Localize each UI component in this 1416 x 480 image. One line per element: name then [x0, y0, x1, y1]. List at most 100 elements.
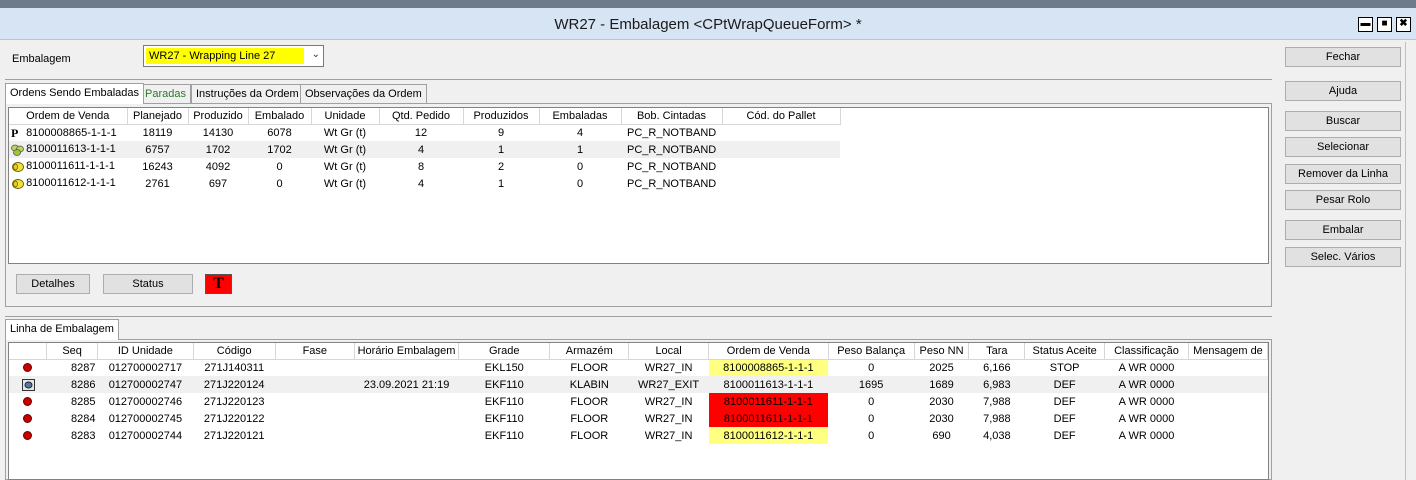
- linha-cell: 8286: [46, 376, 98, 393]
- order-cell: [722, 158, 840, 175]
- tab-ordens-sendo-embaladas[interactable]: Ordens Sendo Embaladas: [5, 83, 145, 104]
- orders-col-header[interactable]: Planejado: [127, 108, 189, 125]
- linha-row[interactable]: 8287 012700002717 271J140311 EKL150 FLOOR WR2…: [9, 359, 1268, 376]
- order-cell: 6078: [267, 126, 292, 139]
- order-row[interactable]: 8100011611-1-1-1 16243 4092 0 Wt Gr (t) 8 2 0 PC…: [9, 158, 840, 175]
- order-cell: Wt Gr (t): [323, 160, 367, 173]
- linha-cell: [355, 410, 459, 427]
- order-cell: 6757: [127, 141, 188, 158]
- order-cell: PC_R_NOTBAND: [627, 177, 717, 190]
- linha-cell: DEF: [1024, 376, 1105, 393]
- side-button-3[interactable]: Selecionar: [1285, 137, 1401, 157]
- orders-col-header[interactable]: Embaladas: [539, 108, 622, 125]
- tab-paradas[interactable]: Paradas: [140, 84, 191, 103]
- linha-col-header[interactable]: Horário Embalagem: [354, 343, 460, 360]
- linha-cell: 012700002746: [108, 395, 183, 408]
- orders-col-header[interactable]: Cód. do Pallet: [722, 108, 841, 125]
- detalhes-button[interactable]: Detalhes: [16, 274, 90, 294]
- linha-cell: 2030: [929, 412, 954, 425]
- linha-cell: STOP: [1049, 361, 1080, 374]
- linha-row[interactable]: 8284 012700002745 271J220122 EKF110 FLOOR WR2…: [9, 410, 1268, 427]
- linha-col-header[interactable]: Grade: [458, 343, 551, 360]
- linha-cell: 6,166: [983, 361, 1011, 374]
- linha-col-header[interactable]: Classificação: [1104, 343, 1189, 360]
- orders-grid[interactable]: Ordem de Venda Planejado Produzido Embalado…: [8, 107, 1269, 264]
- orders-col-header[interactable]: Embalado: [248, 108, 312, 125]
- linha-row[interactable]: 8283 012700002744 271J220121 EKF110 FLOOR WR2…: [9, 427, 1268, 444]
- linha-cell: WR27_EXIT: [628, 376, 709, 393]
- orders-col-header[interactable]: Bob. Cintadas: [621, 108, 723, 125]
- order-cell: PC_R_NOTBAND: [621, 141, 722, 158]
- linha-col-header[interactable]: ID Unidade: [97, 343, 194, 360]
- order-row[interactable]: P 8100008865-1-1-1 18119 14130 6078 Wt Gr (t…: [9, 124, 840, 141]
- linha-col-header[interactable]: Local: [628, 343, 709, 360]
- linha-cell: 4,038: [983, 429, 1011, 442]
- red-dot-icon: [23, 397, 33, 407]
- linha-cell: 271J220123: [203, 395, 265, 408]
- status-button[interactable]: Status: [103, 274, 193, 294]
- linha-col-header[interactable]: Ordem de Venda: [708, 343, 829, 360]
- embalagem-select[interactable]: WR27 - Wrapping Line 27 ⌄: [143, 45, 324, 67]
- linha-col-header[interactable]: Peso Balança: [828, 343, 915, 360]
- linha-col-header[interactable]: [9, 343, 48, 360]
- close-button[interactable]: ✖: [1396, 17, 1411, 32]
- side-button-0[interactable]: Fechar: [1285, 47, 1401, 67]
- side-button-2[interactable]: Buscar: [1285, 111, 1401, 131]
- order-row[interactable]: 8100011612-1-1-1 2761 697 0 Wt Gr (t) 4 1 0 PC_R…: [9, 175, 840, 192]
- order-cell: PC_R_NOTBAND: [627, 126, 717, 139]
- linha-cell: [1188, 427, 1267, 444]
- linha-col-header[interactable]: Código: [193, 343, 276, 360]
- linha-cell: [275, 410, 354, 427]
- roll-yellow-icon: [11, 178, 24, 190]
- status-icon-cell: [9, 393, 47, 410]
- side-button-5[interactable]: Pesar Rolo: [1285, 190, 1401, 210]
- tab-linha-de-embalagem[interactable]: Linha de Embalagem: [5, 319, 119, 340]
- side-button-6[interactable]: Embalar: [1285, 220, 1401, 240]
- side-button-7[interactable]: Selec. Vários: [1285, 247, 1401, 267]
- tab-instrucoes-da-ordem[interactable]: Instruções da Ordem: [191, 84, 304, 103]
- linha-col-header[interactable]: Armazém: [549, 343, 630, 360]
- linha-col-header[interactable]: Seq: [46, 343, 98, 360]
- minimize-button[interactable]: ▬: [1358, 17, 1373, 32]
- linha-grid[interactable]: Seq ID Unidade Código Fase Horário Embalagem…: [8, 342, 1269, 480]
- linha-cell: EKF110: [484, 395, 524, 408]
- order-cell: 4: [379, 141, 463, 158]
- linha-col-header[interactable]: Mensagem de: [1188, 343, 1268, 360]
- linha-cell: [1188, 376, 1268, 393]
- linha-row[interactable]: 8286 012700002747 271J220124 23.09.2021 21:…: [9, 376, 1268, 393]
- linha-cell: 1695: [828, 376, 915, 393]
- order-cell: [722, 175, 840, 192]
- side-button-4[interactable]: Remover da Linha: [1285, 164, 1401, 184]
- linha-cell: FLOOR: [570, 395, 609, 408]
- order-cell: [722, 124, 840, 141]
- order-row[interactable]: 8100011613-1-1-1 6757 1702 1702 Wt Gr (t) 4 1 1…: [9, 141, 840, 158]
- linha-cell: 8287: [71, 361, 96, 374]
- side-button-1[interactable]: Ajuda: [1285, 81, 1401, 101]
- linha-cell: A WR 0000: [1104, 376, 1189, 393]
- linha-cell: 0: [868, 361, 875, 374]
- rolls-green-icon: [11, 144, 24, 156]
- orders-col-header[interactable]: Produzido: [188, 108, 249, 125]
- orders-col-header[interactable]: Qtd. Pedido: [379, 108, 464, 125]
- linha-cell: DEF: [1053, 429, 1076, 442]
- roll-yellow-icon: [11, 161, 24, 173]
- maximize-button[interactable]: ■: [1377, 17, 1392, 32]
- linha-cell: 0: [868, 429, 875, 442]
- orders-col-header[interactable]: Produzidos: [463, 108, 540, 125]
- t-indicator-button[interactable]: T: [205, 274, 232, 294]
- order-cell: 9: [497, 126, 505, 139]
- linha-table: Seq ID Unidade Código Fase Horário Embalagem…: [9, 343, 1268, 444]
- orders-col-header[interactable]: Ordem de Venda: [9, 108, 128, 125]
- order-cell: 16243: [142, 160, 173, 173]
- tab-observacoes-da-ordem[interactable]: Observações da Ordem: [300, 84, 427, 103]
- linha-col-header[interactable]: Tara: [968, 343, 1026, 360]
- linha-row[interactable]: 8285 012700002746 271J220123 EKF110 FLOOR WR2…: [9, 393, 1268, 410]
- linha-col-header[interactable]: Peso NN: [914, 343, 970, 360]
- chevron-down-icon[interactable]: ⌄: [312, 49, 320, 60]
- orders-col-header[interactable]: Unidade: [311, 108, 380, 125]
- order-cell: 8100011611-1-1-1: [9, 158, 127, 175]
- order-cell: 4: [417, 177, 425, 190]
- linha-col-header[interactable]: Fase: [275, 343, 356, 360]
- orders-table: Ordem de Venda Planejado Produzido Embalado…: [9, 108, 841, 192]
- linha-col-header[interactable]: Status Aceite: [1024, 343, 1106, 360]
